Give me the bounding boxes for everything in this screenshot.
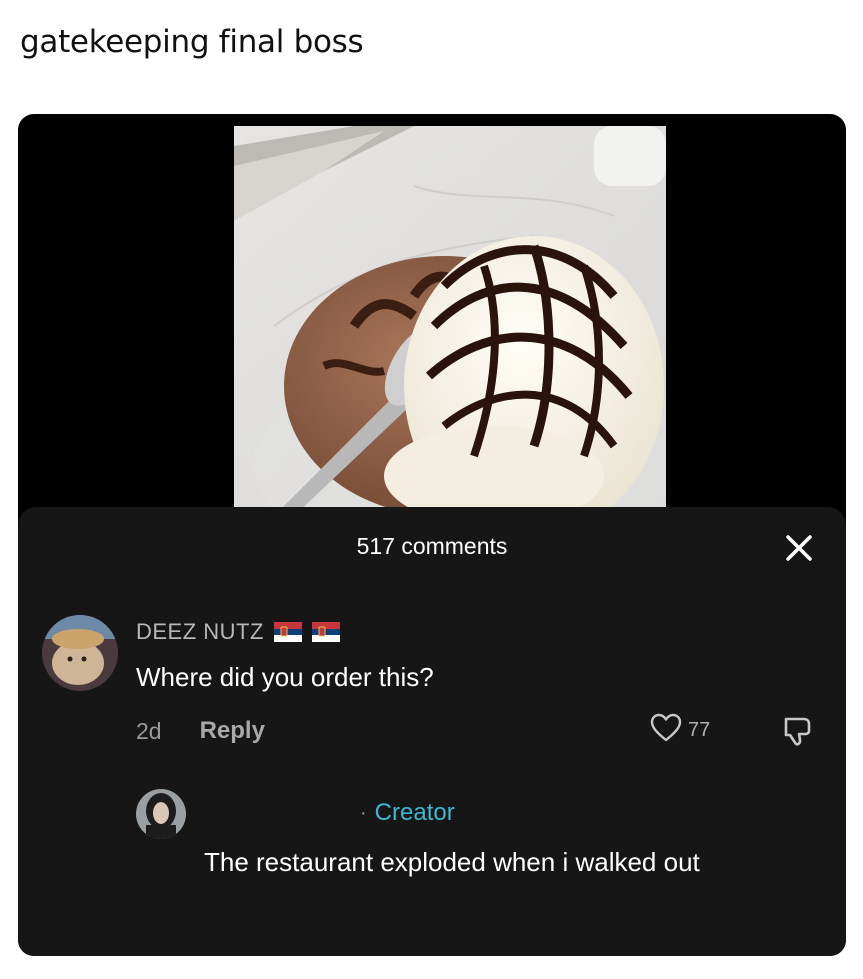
post-caption: gatekeeping final boss [20, 24, 364, 60]
comments-count-title: 517 comments [356, 533, 508, 559]
like-count: 77 [688, 719, 711, 741]
commenter-avatar[interactable] [42, 615, 118, 691]
comments-panel: 517 comments DEEZ NUTZ Where did you ord… [18, 507, 846, 956]
video-thumbnail[interactable] [234, 126, 666, 516]
reply-header: · Creator [360, 799, 455, 827]
like-button[interactable]: 77 [650, 713, 710, 748]
serbia-flag-icon [311, 622, 340, 642]
username-text: DEEZ NUTZ [136, 619, 264, 644]
separator-dot: · [360, 801, 367, 824]
comment-timestamp: 2d [136, 717, 162, 744]
reply-button[interactable]: Reply [200, 717, 265, 745]
video-card[interactable]: 517 comments DEEZ NUTZ Where did you ord… [18, 114, 846, 956]
heart-icon [650, 713, 682, 748]
creator-badge: Creator [374, 799, 455, 826]
close-icon[interactable] [780, 529, 818, 567]
comment-text: Where did you order this? [136, 662, 434, 692]
comment-meta: 2d Reply [136, 717, 265, 745]
reply-text: The restaurant exploded when i walked ou… [204, 847, 700, 877]
commenter-username[interactable]: DEEZ NUTZ [136, 619, 340, 645]
dislike-icon[interactable] [780, 713, 816, 749]
serbia-flag-icon [273, 622, 302, 642]
creator-avatar[interactable] [136, 789, 186, 839]
